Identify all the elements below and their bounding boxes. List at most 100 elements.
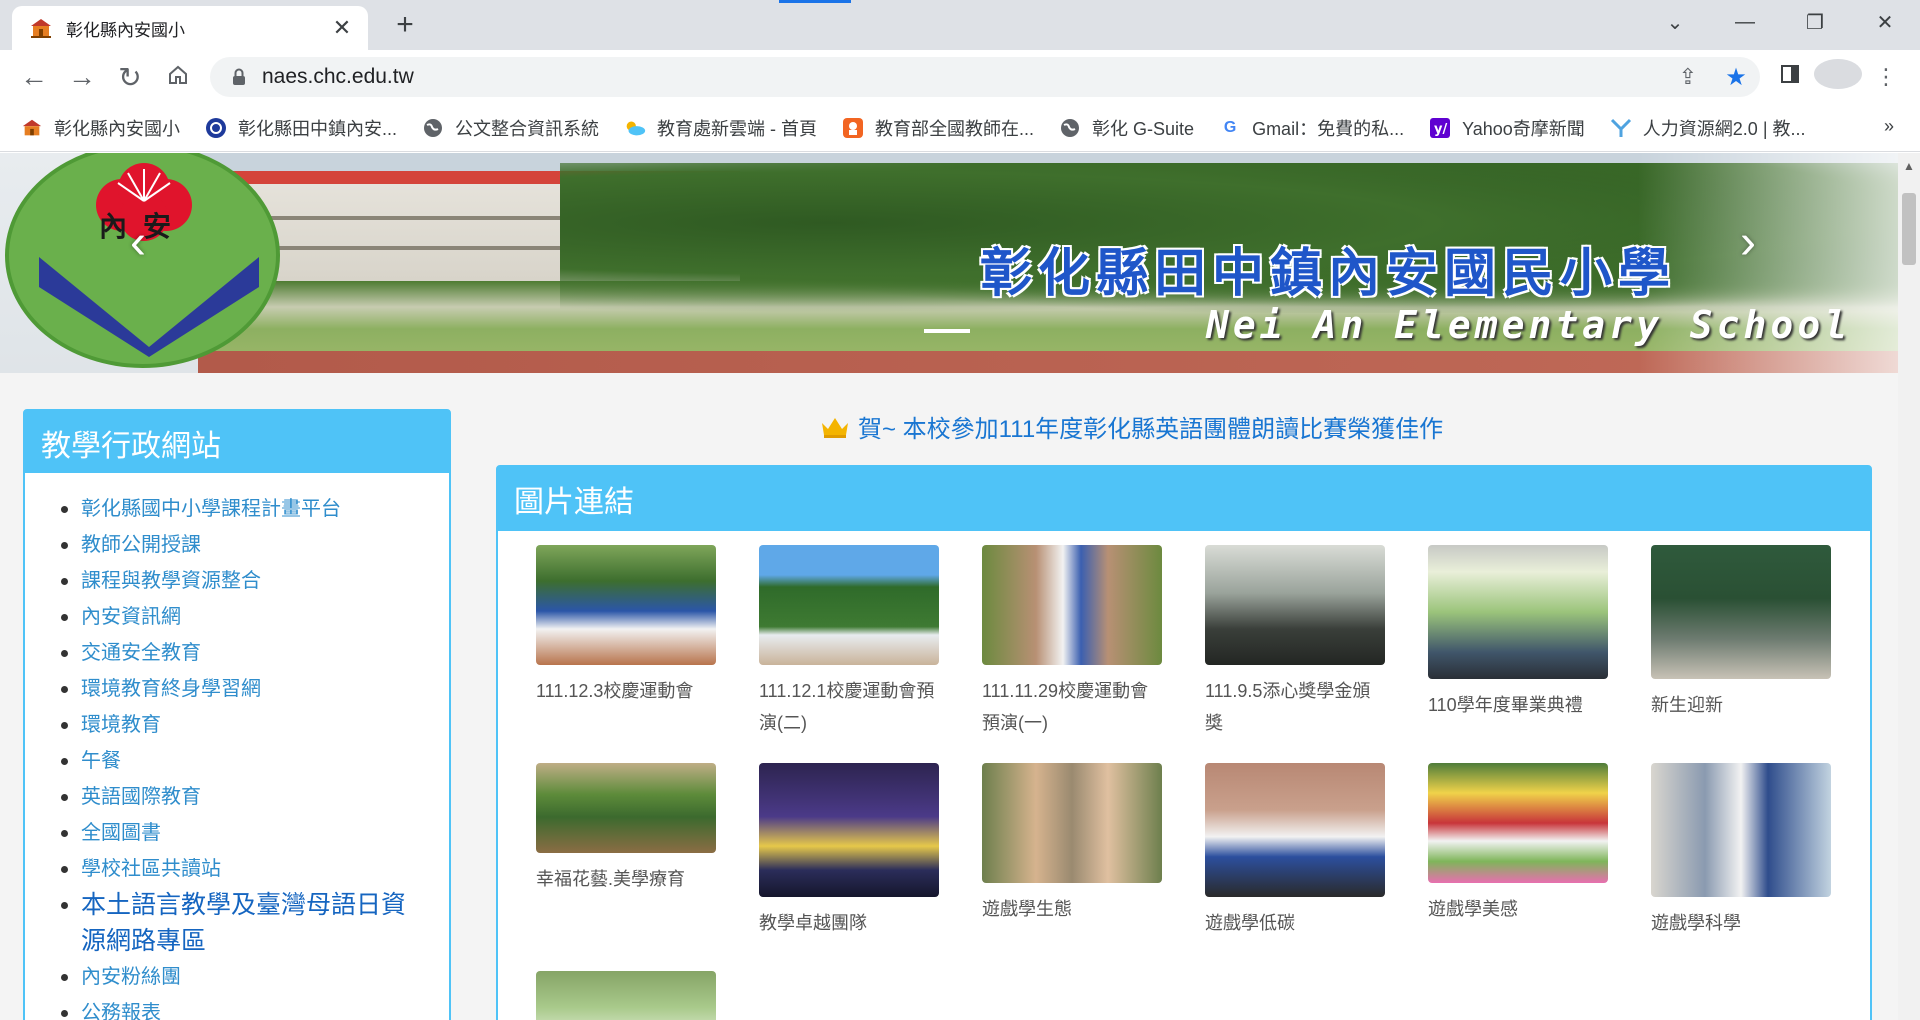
tab-search-icon[interactable]: ⌄: [1640, 10, 1710, 35]
bookmark-star-icon[interactable]: ★: [1712, 63, 1760, 92]
photo-card[interactable]: 遊戲學低碳: [1205, 763, 1385, 939]
sidebar-link[interactable]: 課程與教學資源整合: [61, 563, 449, 599]
browser-tab[interactable]: 彰化縣內安國小 ✕: [12, 6, 368, 50]
sidebar-link[interactable]: 環境教育終身學習網: [61, 671, 449, 707]
photo-thumbnail[interactable]: [982, 545, 1162, 665]
photo-card[interactable]: [536, 971, 716, 1020]
bookmark-item[interactable]: 人力資源網2.0 | 教...: [1609, 115, 1806, 141]
photo-caption[interactable]: 遊戲學低碳: [1205, 907, 1385, 939]
lock-icon[interactable]: [228, 68, 250, 86]
close-window-icon[interactable]: ✕: [1850, 10, 1920, 35]
photo-thumbnail[interactable]: [1428, 763, 1608, 883]
side-panel-icon[interactable]: [1766, 64, 1814, 90]
sidebar-link[interactable]: 英語國際教育: [61, 779, 449, 815]
sidebar-link[interactable]: 公務報表: [61, 995, 449, 1020]
photo-card[interactable]: 教學卓越團隊: [759, 763, 939, 939]
photo-thumbnail[interactable]: [1205, 763, 1385, 897]
bookmark-item[interactable]: 彰化 G-Suite: [1058, 115, 1194, 141]
photo-card[interactable]: 111.11.29校慶運動會預演(一): [982, 545, 1162, 739]
picture-links-panel: 圖片連結 111.12.3校慶運動會 111.12.1校慶運動會預演(二) 11…: [496, 465, 1872, 1020]
photo-thumbnail[interactable]: [536, 545, 716, 665]
photo-thumbnail[interactable]: [982, 763, 1162, 883]
photo-thumbnail[interactable]: [759, 545, 939, 665]
school-favicon-icon: [28, 15, 54, 41]
photo-caption[interactable]: 遊戲學生態: [982, 893, 1162, 925]
reload-icon[interactable]: ↻: [106, 61, 154, 94]
minimize-icon[interactable]: —: [1710, 11, 1780, 34]
photo-caption[interactable]: 111.12.1校慶運動會預演(二): [759, 675, 939, 739]
photo-thumbnail[interactable]: [1205, 545, 1385, 665]
photo-thumbnail[interactable]: [536, 763, 716, 853]
photo-caption[interactable]: 新生迎新: [1651, 689, 1831, 721]
scroll-up-icon[interactable]: ▲: [1903, 159, 1915, 173]
new-tab-button[interactable]: +: [388, 8, 422, 42]
photo-thumbnail[interactable]: [1651, 763, 1831, 897]
orange-app-icon: [841, 116, 865, 140]
photo-thumbnail[interactable]: [1428, 545, 1608, 679]
photo-caption[interactable]: 110學年度畢業典禮: [1428, 689, 1608, 721]
y-logo-icon: [1609, 116, 1633, 140]
bookmark-item[interactable]: 教育處新雲端 - 首頁: [623, 115, 817, 141]
bookmark-label: 公文整合資訊系統: [455, 118, 600, 139]
sidebar-link[interactable]: 本土語言教學及臺灣母語日資源網路專區: [61, 887, 449, 959]
photo-caption[interactable]: 遊戲學美感: [1428, 893, 1608, 925]
circle-logo-icon: [204, 116, 228, 140]
banner-title-en: Nei An Elementary School: [1206, 303, 1852, 347]
address-bar[interactable]: naes.chc.edu.tw ⇪ ★: [210, 57, 1760, 97]
share-icon[interactable]: ⇪: [1664, 64, 1712, 90]
bookmarks-overflow-icon[interactable]: »: [1884, 116, 1894, 137]
tab-close-icon[interactable]: ✕: [330, 16, 354, 40]
sidebar-link[interactable]: 學校社區共讀站: [61, 851, 449, 887]
photo-card[interactable]: 110學年度畢業典禮: [1428, 545, 1608, 721]
photo-caption[interactable]: 111.12.3校慶運動會: [536, 675, 716, 707]
scroll-thumb[interactable]: [1902, 193, 1916, 265]
headline-text[interactable]: 賀~ 本校參加111年度彰化縣英語團體朗讀比賽榮獲佳作: [858, 409, 1443, 444]
bookmark-item[interactable]: 彰化縣田中鎮內安...: [204, 115, 397, 141]
page-scrollbar[interactable]: ▲: [1898, 153, 1920, 1020]
google-icon: G: [1223, 118, 1237, 136]
photo-card[interactable]: 111.12.3校慶運動會: [536, 545, 716, 707]
sidebar-link[interactable]: 交通安全教育: [61, 635, 449, 671]
back-icon[interactable]: ←: [10, 61, 58, 93]
bookmark-item[interactable]: G Gmail：免費的私...: [1218, 115, 1404, 141]
sidebar-link[interactable]: 內安粉絲團: [61, 959, 449, 995]
sidebar-link[interactable]: 環境教育: [61, 707, 449, 743]
photo-card[interactable]: 幸福花藝.美學療育: [536, 763, 716, 895]
forward-icon[interactable]: →: [58, 61, 106, 93]
photo-card[interactable]: 111.9.5添心獎學金頒獎: [1205, 545, 1385, 739]
url-text[interactable]: naes.chc.edu.tw: [262, 65, 1664, 89]
carousel-indicator[interactable]: [924, 329, 970, 333]
sidebar-link[interactable]: 午餐: [61, 743, 449, 779]
photo-caption[interactable]: 幸福花藝.美學療育: [536, 863, 716, 895]
photo-caption[interactable]: 111.11.29校慶運動會預演(一): [982, 675, 1162, 739]
sidebar-link[interactable]: 教師公開授課: [61, 527, 449, 563]
crown-icon: [820, 415, 850, 439]
bookmark-item[interactable]: 公文整合資訊系統: [421, 115, 599, 141]
photo-caption[interactable]: 遊戲學科學: [1651, 907, 1831, 939]
carousel-prev-icon[interactable]: ‹: [130, 215, 146, 270]
photo-card[interactable]: 遊戲學科學: [1651, 763, 1831, 939]
bookmark-item[interactable]: 教育部全國教師在...: [841, 115, 1034, 141]
sidebar-link[interactable]: 彰化縣國中小學課程計畫平台: [61, 491, 449, 527]
news-headline[interactable]: 賀~ 本校參加111年度彰化縣英語團體朗讀比賽榮獲佳作: [820, 409, 1443, 444]
photo-thumbnail[interactable]: [536, 971, 716, 1020]
bookmark-item[interactable]: 彰化縣內安國小: [20, 115, 180, 141]
home-icon[interactable]: [154, 61, 202, 93]
photo-card[interactable]: 新生迎新: [1651, 545, 1831, 721]
carousel-next-icon[interactable]: ›: [1740, 215, 1756, 270]
photo-caption[interactable]: 111.9.5添心獎學金頒獎: [1205, 675, 1385, 739]
bookmark-label: Yahoo奇摩新聞: [1462, 118, 1585, 139]
bookmark-item[interactable]: y/ Yahoo奇摩新聞: [1428, 115, 1585, 141]
photo-card[interactable]: 遊戲學生態: [982, 763, 1162, 925]
photo-caption[interactable]: 教學卓越團隊: [759, 907, 939, 939]
photo-thumbnail[interactable]: [759, 763, 939, 897]
sidebar-link[interactable]: 內安資訊網: [61, 599, 449, 635]
photo-card[interactable]: 111.12.1校慶運動會預演(二): [759, 545, 939, 739]
profile-avatar[interactable]: [1814, 59, 1862, 95]
menu-kebab-icon[interactable]: ⋮: [1862, 64, 1910, 90]
bookmark-label: Gmail：免費的私...: [1252, 118, 1405, 139]
photo-thumbnail[interactable]: [1651, 545, 1831, 679]
sidebar-link[interactable]: 全國圖書: [61, 815, 449, 851]
photo-card[interactable]: 遊戲學美感: [1428, 763, 1608, 925]
restore-icon[interactable]: ❐: [1780, 10, 1850, 35]
